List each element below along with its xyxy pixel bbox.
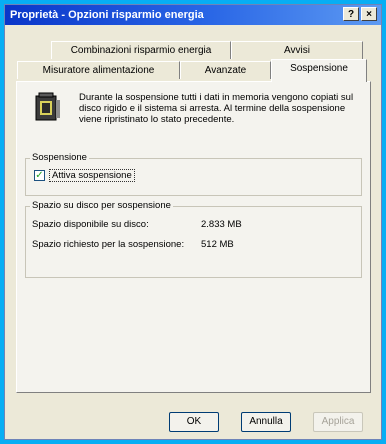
hibernate-battery-icon bbox=[35, 92, 60, 121]
apply-button[interactable]: Applica bbox=[313, 412, 363, 432]
tab-combinazioni-risparmio-energia[interactable]: Combinazioni risparmio energia bbox=[51, 41, 231, 59]
tab-sospensione[interactable]: Sospensione bbox=[271, 59, 367, 82]
title-bar[interactable]: Proprietà - Opzioni risparmio energia ? … bbox=[5, 5, 381, 25]
hibernate-description: Durante la sospensione tutti i dati in m… bbox=[79, 92, 354, 125]
free-space-value: 2.833 MB bbox=[201, 219, 242, 230]
required-space-value: 512 MB bbox=[201, 239, 234, 250]
enable-hibernate-label[interactable]: Attiva sospensione bbox=[49, 169, 135, 182]
tab-misuratore-alimentazione[interactable]: Misuratore alimentazione bbox=[17, 61, 180, 79]
sospensione-panel: Durante la sospensione tutti i dati in m… bbox=[16, 81, 371, 393]
sospensione-group-title: Sospensione bbox=[30, 152, 89, 163]
free-space-label: Spazio disponibile su disco: bbox=[32, 219, 149, 230]
close-button[interactable]: × bbox=[361, 7, 377, 21]
title-buttons: ? × bbox=[343, 7, 377, 21]
properties-dialog: Proprietà - Opzioni risparmio energia ? … bbox=[4, 4, 382, 440]
cancel-button[interactable]: Annulla bbox=[241, 412, 291, 432]
tab-avanzate[interactable]: Avanzate bbox=[180, 61, 271, 79]
enable-hibernate-row[interactable]: ✓ Attiva sospensione bbox=[34, 169, 135, 182]
help-button[interactable]: ? bbox=[343, 7, 359, 21]
required-space-label: Spazio richiesto per la sospensione: bbox=[32, 239, 185, 250]
ok-button[interactable]: OK bbox=[169, 412, 219, 432]
enable-hibernate-checkbox[interactable]: ✓ bbox=[34, 170, 45, 181]
tab-avvisi[interactable]: Avvisi bbox=[231, 41, 363, 59]
window-title: Proprietà - Opzioni risparmio energia bbox=[10, 9, 204, 21]
disk-space-group-title: Spazio su disco per sospensione bbox=[30, 200, 173, 211]
disk-space-group: Spazio su disco per sospensione Spazio d… bbox=[25, 200, 362, 278]
sospensione-group: Sospensione ✓ Attiva sospensione bbox=[25, 152, 362, 196]
